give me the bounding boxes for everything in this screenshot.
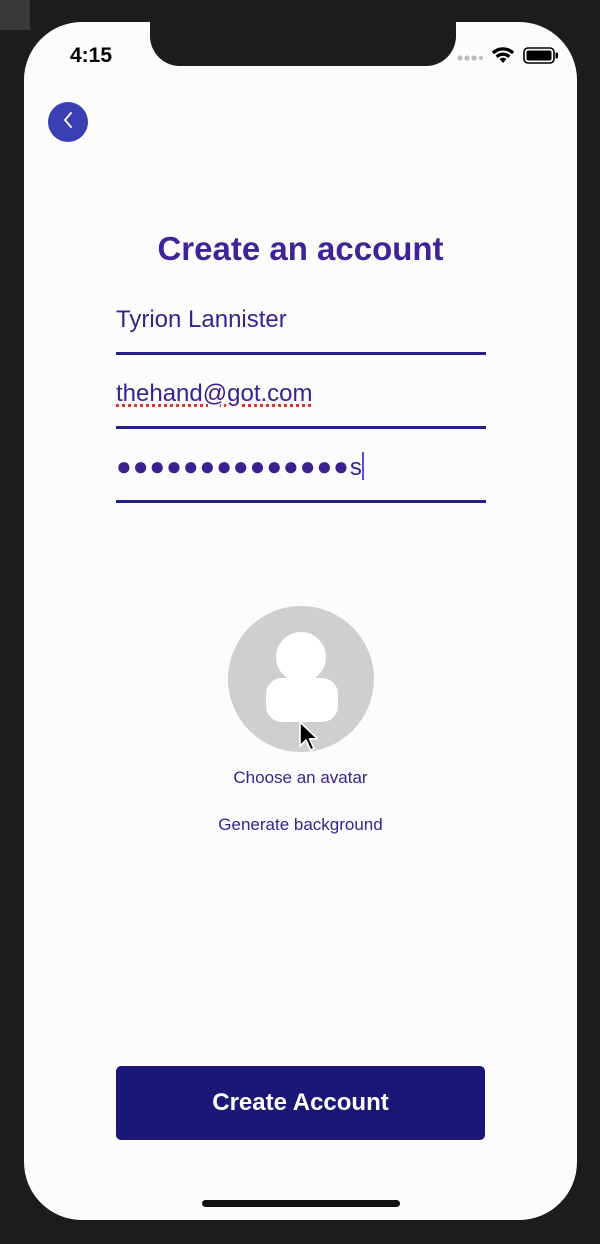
page-title: Create an account [157, 230, 444, 267]
chevron-left-icon [61, 110, 75, 135]
device-frame: 4:15 Create an account Tyrion Lannister … [0, 0, 600, 1244]
avatar-head [276, 632, 326, 682]
name-value: Tyrion Lannister [116, 306, 287, 333]
window-corner [0, 0, 30, 30]
back-button[interactable] [48, 102, 88, 142]
email-value: thehand@got.com [116, 380, 313, 407]
choose-avatar-link[interactable]: Choose an avatar [24, 768, 577, 788]
create-account-label: Create Account [212, 1089, 389, 1116]
password-last-char: s [349, 454, 362, 481]
battery-icon [523, 46, 559, 69]
status-icons [457, 46, 559, 69]
email-field[interactable]: thehand@got.com [116, 368, 486, 429]
phone-screen: 4:15 Create an account Tyrion Lannister … [24, 22, 577, 1220]
home-indicator [202, 1200, 400, 1207]
wifi-icon [491, 46, 515, 69]
avatar-body [266, 678, 338, 722]
name-field[interactable]: Tyrion Lannister [116, 294, 486, 355]
create-account-button[interactable]: Create Account [116, 1066, 485, 1140]
generate-background-link[interactable]: Generate background [24, 815, 577, 835]
mouse-pointer-icon [298, 720, 320, 757]
notch [150, 22, 456, 66]
password-mask: ●●●●●●●●●●●●●● [116, 451, 350, 481]
password-field[interactable]: ●●●●●●●●●●●●●●s [116, 442, 486, 503]
signal-dots-icon [457, 49, 483, 67]
text-caret [361, 452, 364, 480]
status-time: 4:15 [70, 44, 113, 67]
password-value: ●●●●●●●●●●●●●●s [116, 451, 364, 482]
